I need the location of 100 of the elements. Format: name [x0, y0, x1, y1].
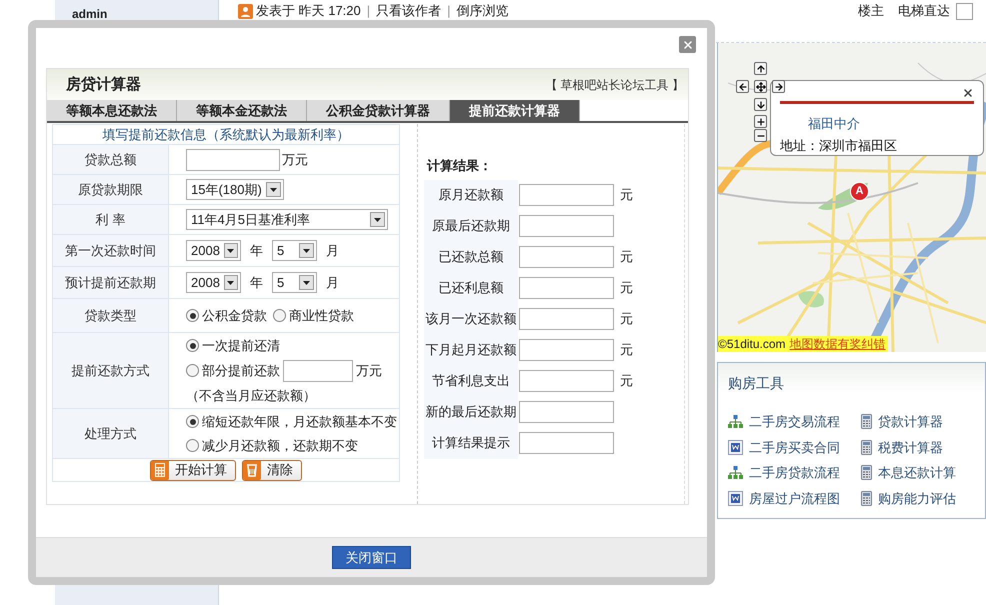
amount-field[interactable] [283, 360, 353, 382]
calculator-icon [861, 490, 872, 506]
tab[interactable]: 提前还款计算器 [450, 100, 580, 121]
tab[interactable]: 公积金贷款计算器 [307, 100, 450, 121]
field-label: 提前还款方式 [72, 362, 150, 380]
result-field[interactable] [519, 277, 614, 299]
tool-link[interactable]: 税费计算器 [878, 438, 943, 457]
field-label: 处理方式 [84, 424, 136, 443]
caret-icon [370, 212, 385, 227]
result-label: 已还款总额 [438, 248, 504, 266]
tab[interactable]: 等额本息还款法 [47, 100, 177, 121]
result-field[interactable] [519, 432, 614, 454]
radio-button[interactable] [186, 364, 199, 377]
radio-label: 部分提前还款 [202, 362, 280, 380]
pan-center-button[interactable] [754, 80, 767, 93]
result-field[interactable] [519, 308, 614, 330]
pan-up-button[interactable] [754, 62, 767, 75]
post-link[interactable]: 倒序浏览 [456, 1, 509, 21]
result-field[interactable] [519, 184, 614, 206]
month-label: 月 [326, 274, 339, 292]
tab[interactable]: 等额本金还款法 [177, 100, 307, 121]
radio-button[interactable] [186, 415, 199, 428]
calculator-icon [861, 414, 872, 430]
unit-label: 元 [620, 310, 633, 328]
field-label: 原贷款期限 [78, 180, 143, 199]
tool-link[interactable]: 本息还款计算 [878, 463, 956, 482]
sitemap-icon [728, 414, 743, 429]
tool-link[interactable]: 二手房贷款流程 [749, 463, 840, 482]
dropdown[interactable]: 2008 [186, 240, 241, 261]
year-label: 年 [250, 274, 263, 292]
radio-label: 减少月还款额，还款期不变 [202, 436, 358, 454]
document-icon [728, 440, 743, 455]
radio-button[interactable] [186, 309, 199, 322]
unit-label: 元 [620, 186, 633, 204]
result-label: 计算结果提示 [432, 434, 510, 452]
error-report-link[interactable]: 地图数据有奖纠错 [790, 335, 886, 352]
dropdown[interactable]: 2008 [186, 272, 241, 293]
result-label: 原月还款额 [438, 186, 504, 204]
unit-label: 元 [620, 372, 633, 390]
results-title: 计算结果： [427, 158, 492, 173]
separator: | [366, 2, 370, 20]
document-icon [728, 490, 743, 506]
close-button[interactable] [679, 36, 696, 53]
zoom-out-button[interactable] [754, 129, 767, 142]
close-window-button[interactable]: 关闭窗口 [332, 546, 411, 569]
radio-label: 公积金贷款 [202, 306, 267, 325]
unit-label: 万元 [356, 362, 382, 380]
floor-input[interactable] [956, 2, 973, 20]
pan-right-button[interactable] [772, 80, 785, 93]
caret-icon [266, 182, 281, 197]
pan-left-button[interactable] [736, 80, 749, 93]
form-heading: 填写提前还款信息（系统默认为最新利率） [102, 126, 350, 144]
dropdown[interactable]: 15年(180期) [186, 179, 284, 200]
author-name[interactable]: admin [72, 7, 108, 21]
calculator-icon [861, 440, 872, 455]
result-field[interactable] [519, 246, 614, 268]
radio-button[interactable] [273, 309, 286, 322]
radio-button[interactable] [186, 438, 199, 452]
field-label: 贷款类型 [84, 306, 136, 325]
field-label: 利 率 [96, 210, 126, 229]
amount-field[interactable] [186, 148, 280, 170]
result-label: 原最后还款期 [432, 217, 510, 236]
floor-link[interactable]: 电梯直达 [898, 1, 950, 21]
tool-link[interactable]: 二手房买卖合同 [749, 438, 840, 457]
note-text: （不含当月应还款额） [186, 386, 317, 404]
tool-link[interactable]: 贷款计算器 [878, 412, 943, 432]
copyright-text: ©51ditu.com [718, 336, 786, 352]
zoom-in-button[interactable] [754, 115, 767, 128]
result-label: 下月起月还款额 [426, 341, 516, 360]
user-icon [238, 4, 253, 18]
radio-label: 一次提前还清 [202, 337, 280, 355]
close-icon[interactable] [962, 87, 974, 99]
result-field[interactable] [519, 215, 614, 237]
field-label: 预计提前还款期 [65, 274, 156, 292]
result-field[interactable] [519, 339, 614, 361]
credit-link[interactable]: 【 草根吧站长论坛工具 】 [545, 76, 684, 94]
calculate-button[interactable]: 开始计算 [150, 460, 236, 480]
result-label: 已还利息额 [438, 279, 504, 298]
month-label: 月 [326, 242, 339, 260]
post-link[interactable]: 只看该作者 [376, 1, 442, 21]
tool-link[interactable]: 购房能力评估 [878, 488, 956, 508]
tool-link[interactable]: 二手房交易流程 [749, 412, 840, 432]
unit-label: 元 [620, 248, 633, 266]
result-field[interactable] [519, 370, 614, 392]
pan-down-button[interactable] [754, 98, 767, 111]
dropdown[interactable]: 11年4月5日基准利率 [186, 209, 388, 230]
radio-button[interactable] [186, 339, 199, 352]
result-field[interactable] [519, 401, 614, 423]
caret-icon [299, 243, 314, 258]
caret-icon [299, 275, 314, 290]
floor-link[interactable]: 楼主 [858, 1, 884, 21]
unit-label: 万元 [282, 150, 308, 169]
year-label: 年 [250, 242, 263, 260]
caret-icon [224, 243, 238, 258]
tool-link[interactable]: 房屋过户流程图 [749, 488, 840, 508]
dropdown[interactable]: 5 [272, 272, 317, 293]
clear-button[interactable]: 清除 [242, 460, 302, 480]
post-time: 发表于 昨天 17:20 [256, 2, 361, 20]
dropdown[interactable]: 5 [272, 240, 317, 261]
separator: | [447, 2, 451, 20]
